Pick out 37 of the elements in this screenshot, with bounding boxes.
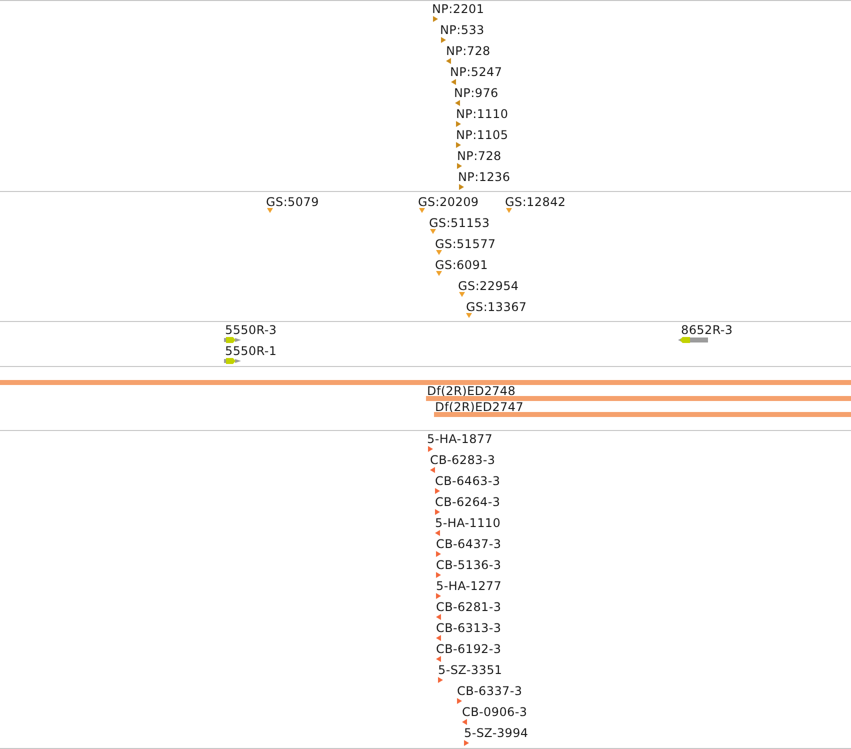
feature-label: Df(2R)ED2747: [435, 400, 524, 414]
feature-label: NP:2201: [432, 2, 484, 16]
feature-label: GS:22954: [458, 279, 519, 293]
feature-label: 5-HA-1110: [435, 516, 501, 530]
feature-label: GS:6091: [435, 258, 488, 272]
feature-label: Df(2R)ED2748: [427, 384, 516, 398]
feature-label: 5-SZ-3994: [464, 726, 528, 740]
feature-label: NP:728: [446, 44, 490, 58]
feature-label: CB-5136-3: [436, 558, 502, 572]
feature-label: CB-6437-3: [436, 537, 502, 551]
feature-label: CB-6281-3: [436, 600, 502, 614]
feature-label: GS:13367: [466, 300, 527, 314]
feature-label: NP:533: [440, 23, 484, 37]
feature-label: GS:12842: [505, 195, 566, 209]
feature-label: 5-SZ-3351: [438, 663, 502, 677]
feature-label: CB-6192-3: [436, 642, 502, 656]
feature-label: CB-6463-3: [435, 474, 500, 488]
feature-label: 5-HA-1877: [427, 432, 493, 446]
feature-label: GS:5079: [266, 195, 319, 209]
feature-label: GS:51153: [429, 216, 490, 230]
feature-label: CB-6283-3: [430, 453, 496, 467]
feature-label: NP:1105: [456, 128, 508, 142]
feature-label: CB-6337-3: [457, 684, 522, 698]
feature-label: NP:976: [454, 86, 498, 100]
feature-label: CB-6264-3: [435, 495, 500, 509]
feature-label: NP:1110: [456, 107, 508, 121]
feature-label: CB-0906-3: [462, 705, 528, 719]
feature-label: NP:1236: [458, 170, 510, 184]
feature-label: GS:51577: [435, 237, 496, 251]
feature-label: 8652R-3: [681, 323, 733, 337]
feature-label: 5-HA-1277: [436, 579, 502, 593]
feature-label: NP:5247: [450, 65, 502, 79]
feature-label: 5550R-1: [225, 344, 277, 358]
feature-label: NP:728: [457, 149, 502, 163]
feature-label: CB-6313-3: [436, 621, 502, 635]
feature-label: GS:20209: [418, 195, 479, 209]
feature-label: 5550R-3: [225, 323, 277, 337]
